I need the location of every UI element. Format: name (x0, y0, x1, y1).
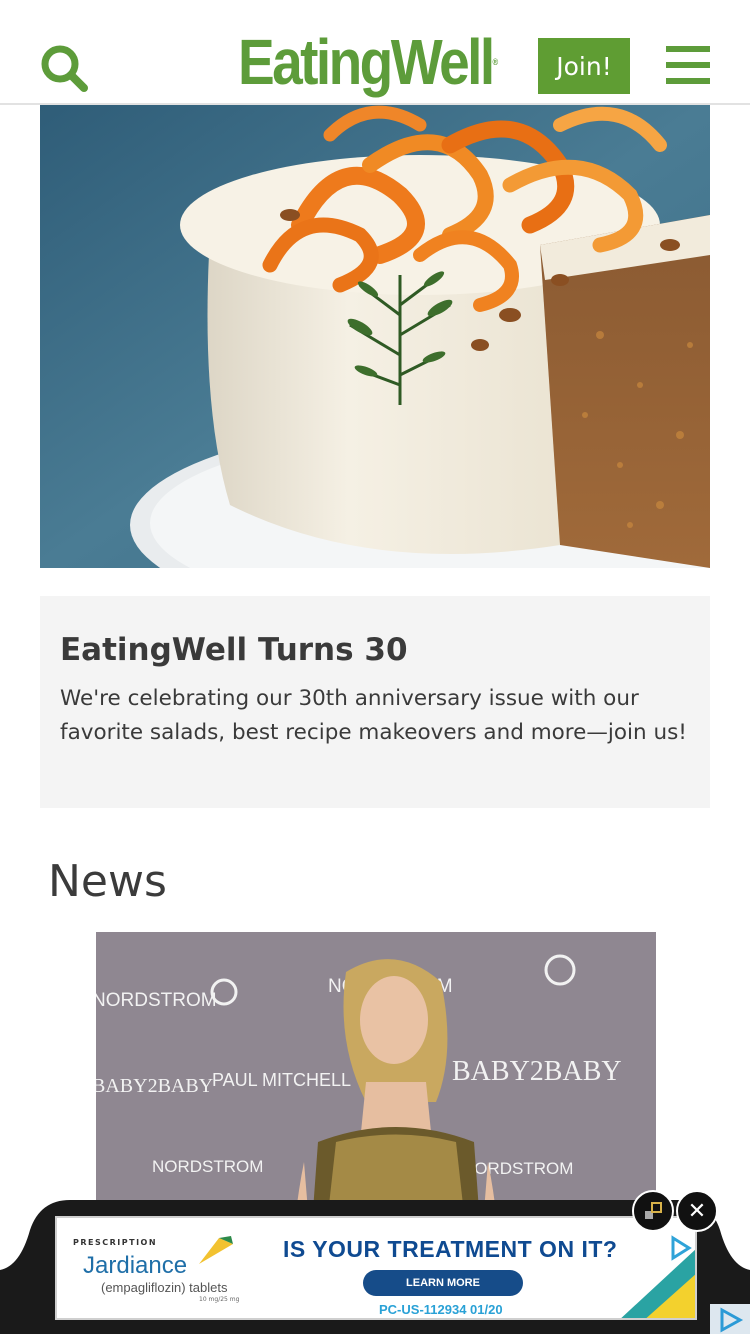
expand-icon (645, 1202, 662, 1219)
ad-reference-code: PC-US-112934 01/20 (379, 1302, 503, 1317)
hero-image-carrot-cake[interactable] (40, 105, 710, 568)
registered-mark: ® (492, 57, 499, 67)
backdrop-word: PAUL MITCHELL (212, 1070, 351, 1090)
menu-line (666, 62, 710, 68)
ad-learn-more-button[interactable]: LEARN MORE (363, 1270, 523, 1296)
backdrop-word: BABY2BABY (96, 1075, 213, 1097)
backdrop-word: NORDSTROM (96, 990, 217, 1011)
ad-brand-name: Jardiance (83, 1252, 188, 1279)
news-heading: News (48, 856, 167, 907)
search-icon (41, 45, 88, 92)
search-button[interactable] (38, 42, 90, 94)
ad-headline: IS YOUR TREATMENT ON IT? (283, 1236, 618, 1262)
feature-card[interactable]: EatingWell Turns 30 We're celebrating ou… (40, 596, 710, 808)
menu-line (666, 78, 710, 84)
ad-generic-name: (empagliflozin) tablets (101, 1280, 228, 1295)
adchoices-button[interactable] (710, 1304, 750, 1334)
ad-overlay: PRESCRIPTION Jardiance (empagliflozin) t… (0, 1190, 750, 1334)
hamburger-menu-icon (666, 46, 710, 52)
logo-text: EatingWell (238, 26, 495, 98)
ad-expand-button[interactable] (632, 1190, 674, 1232)
backdrop-word: NORDSTROM (152, 1157, 263, 1176)
ad-close-button[interactable]: ✕ (676, 1190, 718, 1232)
menu-button[interactable] (666, 46, 710, 86)
close-icon: ✕ (687, 1198, 707, 1224)
backdrop-word: NORDSTROM (462, 1159, 573, 1178)
feature-description: We're celebrating our 30th anniversary i… (60, 686, 687, 745)
ad-prescription-label: PRESCRIPTION (73, 1238, 158, 1247)
ad-brand-logo-icon (199, 1236, 233, 1264)
site-header: EatingWell® Join! (0, 0, 750, 105)
backdrop-word: BABY2BABY (452, 1056, 622, 1087)
adchoices-icon (720, 1307, 744, 1333)
feature-title[interactable]: EatingWell Turns 30 (60, 632, 408, 668)
ad-banner[interactable]: PRESCRIPTION Jardiance (empagliflozin) t… (55, 1216, 697, 1320)
ad-corner-graphic (621, 1235, 695, 1318)
site-logo[interactable]: EatingWell® (238, 22, 498, 102)
carrot-cake-illustration (40, 105, 710, 568)
join-button[interactable]: Join! (538, 38, 630, 94)
ad-dose: 10 mg/25 mg (199, 1296, 240, 1303)
